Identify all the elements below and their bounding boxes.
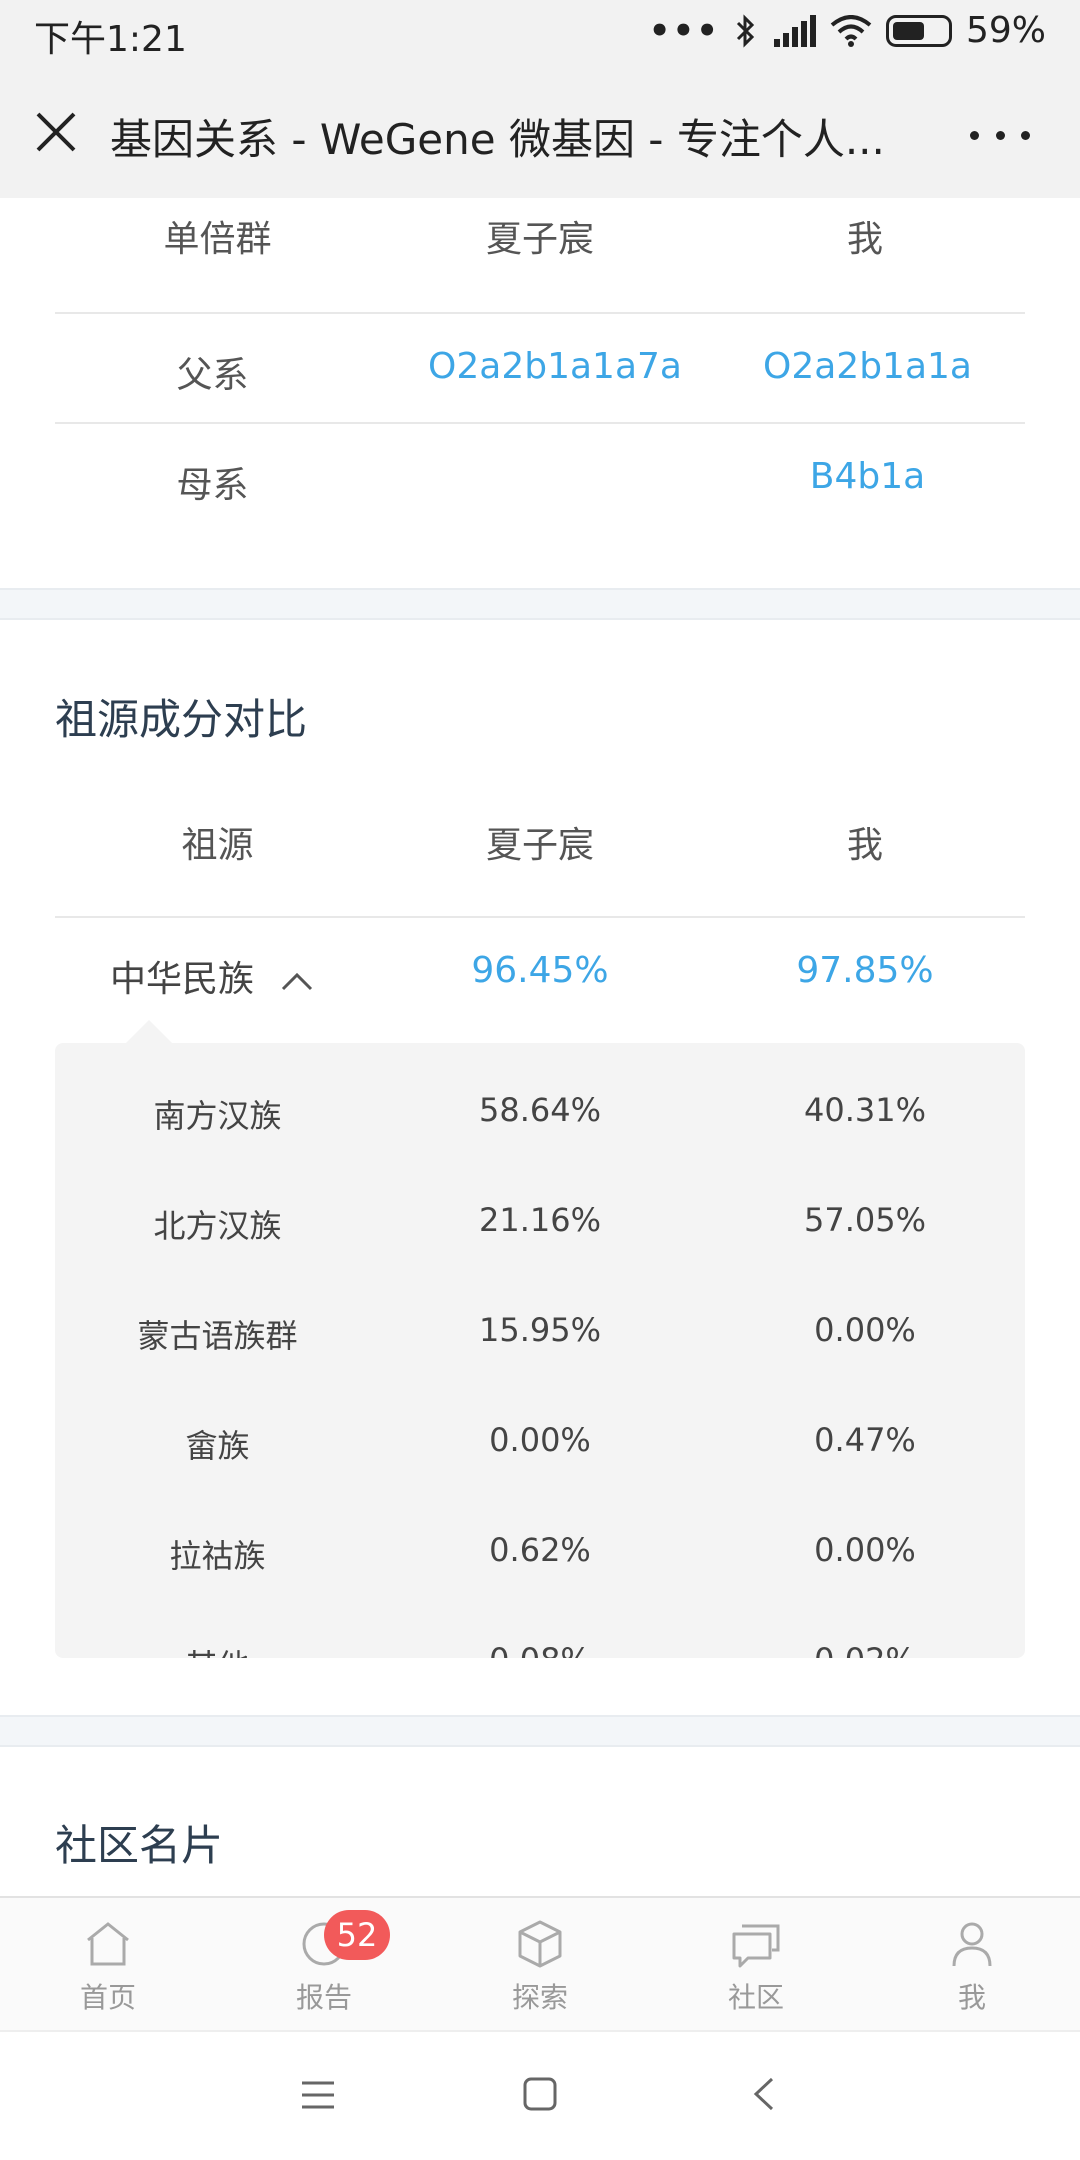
sub-row-value-person-a: 0.08%: [395, 1641, 685, 1658]
ancestry-section-title: 祖源成分对比: [55, 695, 308, 744]
section-separator: [0, 1715, 1080, 1747]
more-dot-icon: [995, 130, 1005, 140]
sub-row-value-me: 0.02%: [720, 1641, 1010, 1658]
dropdown-caret: [125, 1020, 173, 1044]
list-item: 北方汉族 21.16% 57.05%: [55, 1193, 1025, 1253]
notification-dots-icon: •••: [648, 10, 720, 51]
home-square-icon[interactable]: [522, 2076, 558, 2112]
home-icon: [87, 1922, 129, 1966]
table-divider: [55, 312, 1025, 314]
battery-fill: [892, 21, 924, 40]
ancestry-main-label: 中华民族: [110, 950, 380, 1002]
menu-icon[interactable]: [300, 2080, 336, 2110]
paternal-value-me[interactable]: O2a2b1a1a: [720, 346, 1015, 387]
tab-label: 社区: [727, 1981, 784, 2014]
sub-row-value-person-a: 0.62%: [489, 1531, 591, 1569]
sub-row-label: 蒙古语族群: [137, 1317, 298, 1355]
list-item: 拉祜族 0.62% 0.00%: [55, 1523, 1025, 1583]
sub-row-value-person-a: 0.00%: [489, 1421, 591, 1459]
ancestry-breakdown-panel: 南方汉族 58.64% 40.31% 北方汉族 21.16% 57.05% 蒙古…: [55, 1043, 1025, 1658]
ancestry-main-value-me: 97.85%: [796, 950, 934, 991]
battery-percent: 59%: [965, 10, 1046, 51]
more-dot-icon: [1021, 130, 1030, 140]
bottom-tab-bar: 首页 52 报告 探索 社区 我: [0, 1896, 1080, 2030]
sub-row-value-person-a: 58.64%: [478, 1091, 601, 1129]
status-icons: ••• 59%: [649, 10, 1046, 51]
chevron-up-icon[interactable]: [279, 969, 315, 993]
page-title: 基因关系 - WeGene 微基因 - 专注个人...: [110, 115, 885, 164]
sub-row-value-person-a: 21.16%: [478, 1201, 601, 1239]
sub-row-label: 拉祜族: [169, 1537, 266, 1575]
list-item: 畲族 0.00% 0.47%: [55, 1413, 1025, 1473]
status-bar: 下午1:21 ••• 59%: [0, 0, 1080, 68]
paternal-label: 父系: [176, 355, 249, 396]
table-divider: [55, 422, 1025, 424]
tab-home[interactable]: 首页: [48, 1918, 168, 2016]
tab-me[interactable]: 我: [912, 1918, 1032, 2016]
list-item: 蒙古语族群 15.95% 0.00%: [55, 1303, 1025, 1363]
column-header-ancestry: 祖源: [181, 825, 254, 866]
title-bar: 基因关系 - WeGene 微基因 - 专注个人...: [0, 68, 1080, 198]
ancestry-main-label-text: 中华民族: [110, 959, 255, 1000]
column-header-me: 我: [846, 219, 883, 260]
column-header-me: 我: [846, 825, 883, 866]
list-item: 其他 0.08% 0.02%: [55, 1633, 1025, 1658]
person-icon: [952, 1922, 992, 1967]
table-divider: [55, 916, 1025, 918]
community-section-title: 社区名片: [55, 1821, 224, 1870]
sub-row-value-me: 0.00%: [814, 1531, 916, 1569]
tab-community[interactable]: 社区: [696, 1918, 816, 2016]
paternal-value-person-a[interactable]: O2a2b1a1a7a: [395, 346, 715, 387]
list-item: 南方汉族 58.64% 40.31%: [55, 1083, 1025, 1143]
battery-icon: [885, 14, 952, 47]
sub-row-label: 北方汉族: [153, 1207, 282, 1245]
status-time: 下午1:21: [34, 19, 187, 60]
sub-row-value-me: 57.05%: [803, 1201, 926, 1239]
sub-row-label: 畲族: [185, 1427, 250, 1465]
bluetooth-icon: [736, 13, 755, 48]
system-navigation-bar: [0, 2030, 1080, 2160]
section-separator: [0, 588, 1080, 620]
column-header-person-a: 夏子宸: [485, 219, 594, 260]
wifi-icon: [830, 14, 872, 47]
tab-label: 首页: [79, 1981, 136, 2014]
close-icon[interactable]: [30, 106, 82, 158]
column-header-haplogroup: 单倍群: [163, 219, 272, 260]
column-header-person-a: 夏子宸: [485, 825, 594, 866]
sub-row-value-me: 0.00%: [814, 1311, 916, 1349]
more-options-button[interactable]: [970, 120, 1030, 150]
back-icon[interactable]: [752, 2076, 776, 2112]
tab-label: 我: [957, 1981, 986, 2014]
tab-label: 报告: [295, 1981, 352, 2014]
signal-icon: [773, 14, 816, 47]
sub-row-value-person-a: 15.95%: [478, 1311, 601, 1349]
ancestry-main-value-person-a: 96.45%: [471, 950, 609, 991]
notification-badge: 52: [324, 1910, 390, 1960]
tab-label: 探索: [511, 1981, 568, 2014]
cube-icon: [518, 1920, 562, 1968]
sub-row-value-me: 0.47%: [814, 1421, 916, 1459]
sub-row-label: 其他: [75, 1641, 360, 1658]
chat-icon: [732, 1924, 780, 1968]
sub-row-label: 南方汉族: [153, 1097, 282, 1135]
maternal-value-me[interactable]: B4b1a: [720, 456, 1015, 497]
haplogroup-table: 单倍群 夏子宸 我 父系 O2a2b1a1a7a O2a2b1a1a 母系 B4…: [0, 198, 1080, 588]
sub-row-value-me: 40.31%: [803, 1091, 926, 1129]
ancestry-main-row[interactable]: 中华民族 96.45% 97.85%: [55, 940, 1025, 1010]
more-dot-icon: [970, 130, 979, 140]
maternal-label: 母系: [176, 465, 249, 506]
tab-report[interactable]: 52 报告: [264, 1910, 390, 2016]
tab-explore[interactable]: 探索: [480, 1918, 600, 2016]
